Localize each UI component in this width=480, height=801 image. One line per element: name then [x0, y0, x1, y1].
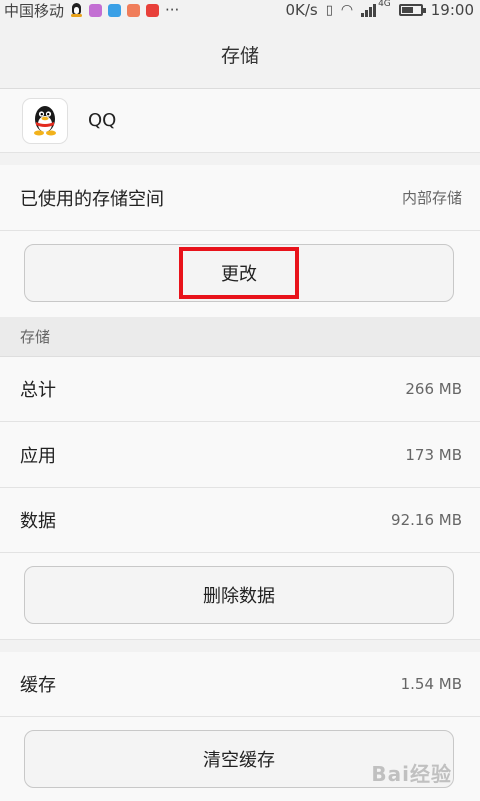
total-value: 266 MB	[405, 380, 462, 398]
total-row: 总计 266 MB	[0, 357, 480, 422]
app-size-label: 应用	[20, 445, 56, 467]
app-notification-icon	[127, 3, 141, 17]
clear-cache-button-label: 清空缓存	[203, 750, 275, 771]
watermark-logo: Bai经验	[371, 762, 452, 786]
network-type: 4G	[378, 0, 391, 9]
app-name: QQ	[88, 110, 117, 131]
app-notification-icon	[89, 3, 103, 17]
network-speed: 0K/s	[285, 1, 318, 19]
storage-used-value: 内部存储	[401, 189, 462, 207]
cache-label: 缓存	[20, 675, 56, 696]
more-notifications-icon: ···	[165, 1, 180, 19]
qq-app-icon	[22, 98, 68, 144]
battery-icon	[398, 4, 426, 16]
vibrate-icon: ▯	[325, 2, 333, 18]
status-bar: 中国移动 ··· 0K/s ▯ ◠ 4G 19:00	[0, 0, 480, 20]
storage-section-header: 存储	[0, 317, 480, 357]
cache-value: 1.54 MB	[400, 675, 462, 693]
spacer	[0, 153, 480, 165]
carrier-label: 中国移动	[4, 1, 65, 20]
storage-section-title: 存储	[20, 328, 51, 346]
data-size-label: 数据	[20, 511, 56, 532]
app-size-row: 应用 173 MB	[0, 422, 480, 488]
storage-used-row[interactable]: 已使用的存储空间 内部存储	[0, 165, 480, 231]
total-label: 总计	[20, 380, 56, 401]
spacer	[0, 640, 480, 652]
huawei-notification-icon	[146, 3, 160, 17]
app-info-row: QQ	[0, 89, 480, 153]
highlight-box	[179, 247, 299, 299]
signal-icon	[361, 3, 377, 17]
clear-data-button[interactable]: 删除数据	[24, 566, 454, 624]
wifi-icon: ◠	[340, 2, 354, 18]
clear-data-button-label: 删除数据	[203, 586, 275, 607]
cache-row: 缓存 1.54 MB	[0, 652, 480, 717]
data-size-value: 92.16 MB	[391, 511, 462, 529]
storage-used-label: 已使用的存储空间	[20, 188, 164, 210]
page-title-bar: 存储	[0, 20, 480, 89]
data-size-row: 数据 92.16 MB	[0, 488, 480, 553]
clock: 19:00	[430, 1, 474, 19]
app-size-value: 173 MB	[405, 445, 462, 464]
qq-notification-icon	[70, 3, 83, 17]
app-notification-icon	[108, 3, 122, 17]
page-title: 存储	[220, 44, 259, 67]
